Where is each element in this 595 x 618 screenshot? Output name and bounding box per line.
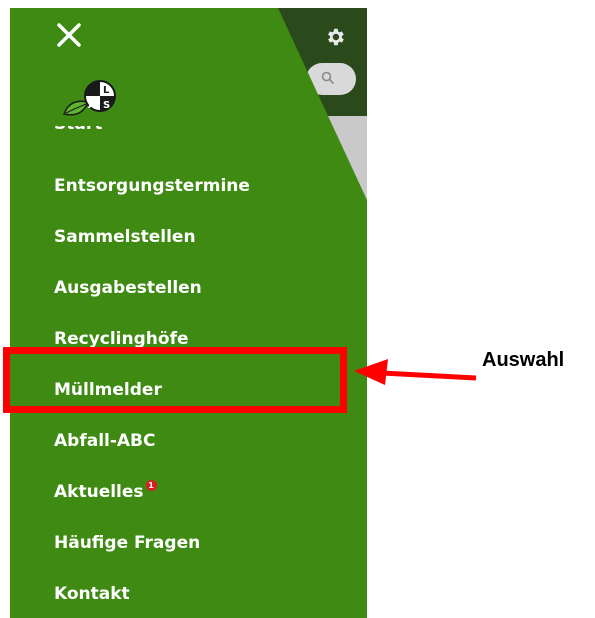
- als-logo: L A S: [62, 80, 116, 116]
- svg-text:A: A: [88, 100, 96, 111]
- menu-item-label: Häufige Fragen: [54, 533, 201, 553]
- arrow-left-icon: [354, 359, 477, 385]
- menu-item-label: Sammelstellen: [54, 227, 196, 247]
- menu-item-label: Ausgabestellen: [54, 278, 202, 298]
- annotation-label: Auswahl: [482, 349, 565, 371]
- menu-item-label: Entsorgungstermine: [54, 176, 250, 196]
- svg-text:L: L: [103, 85, 110, 96]
- search-icon[interactable]: [321, 71, 335, 85]
- menu-item-sammelstellen[interactable]: Sammelstellen: [54, 227, 196, 247]
- menu-item-kontakt[interactable]: Kontakt: [54, 584, 130, 604]
- menu-item-recyclinghoefe[interactable]: Recyclinghöfe: [54, 329, 189, 349]
- menu-item-label: Aktuelles: [54, 482, 144, 502]
- gear-icon[interactable]: [324, 26, 346, 48]
- menu-item-label: Start: [54, 126, 102, 134]
- close-icon[interactable]: [54, 20, 84, 50]
- menu-item-label: Recyclinghöfe: [54, 329, 189, 349]
- menu-item-abfall-abc[interactable]: Abfall-ABC: [54, 431, 156, 451]
- menu-item-start[interactable]: Start: [54, 126, 174, 146]
- menu-item-label: Kontakt: [54, 584, 130, 604]
- selection-highlight-box: [3, 347, 347, 413]
- phone-screen: L A S Start Entsorgungstermine Sammelste…: [10, 8, 367, 618]
- menu-item-label: Abfall-ABC: [54, 431, 156, 451]
- menu-item-aktuelles[interactable]: Aktuelles 1: [54, 480, 157, 502]
- navigation-drawer: L A S Start Entsorgungstermine Sammelste…: [10, 8, 367, 618]
- svg-text:S: S: [103, 100, 110, 111]
- menu-item-ausgabestellen[interactable]: Ausgabestellen: [54, 278, 202, 298]
- notification-badge: 1: [145, 480, 157, 491]
- menu-item-haeufige-fragen[interactable]: Häufige Fragen: [54, 533, 200, 553]
- menu-item-entsorgungstermine[interactable]: Entsorgungstermine: [54, 176, 250, 196]
